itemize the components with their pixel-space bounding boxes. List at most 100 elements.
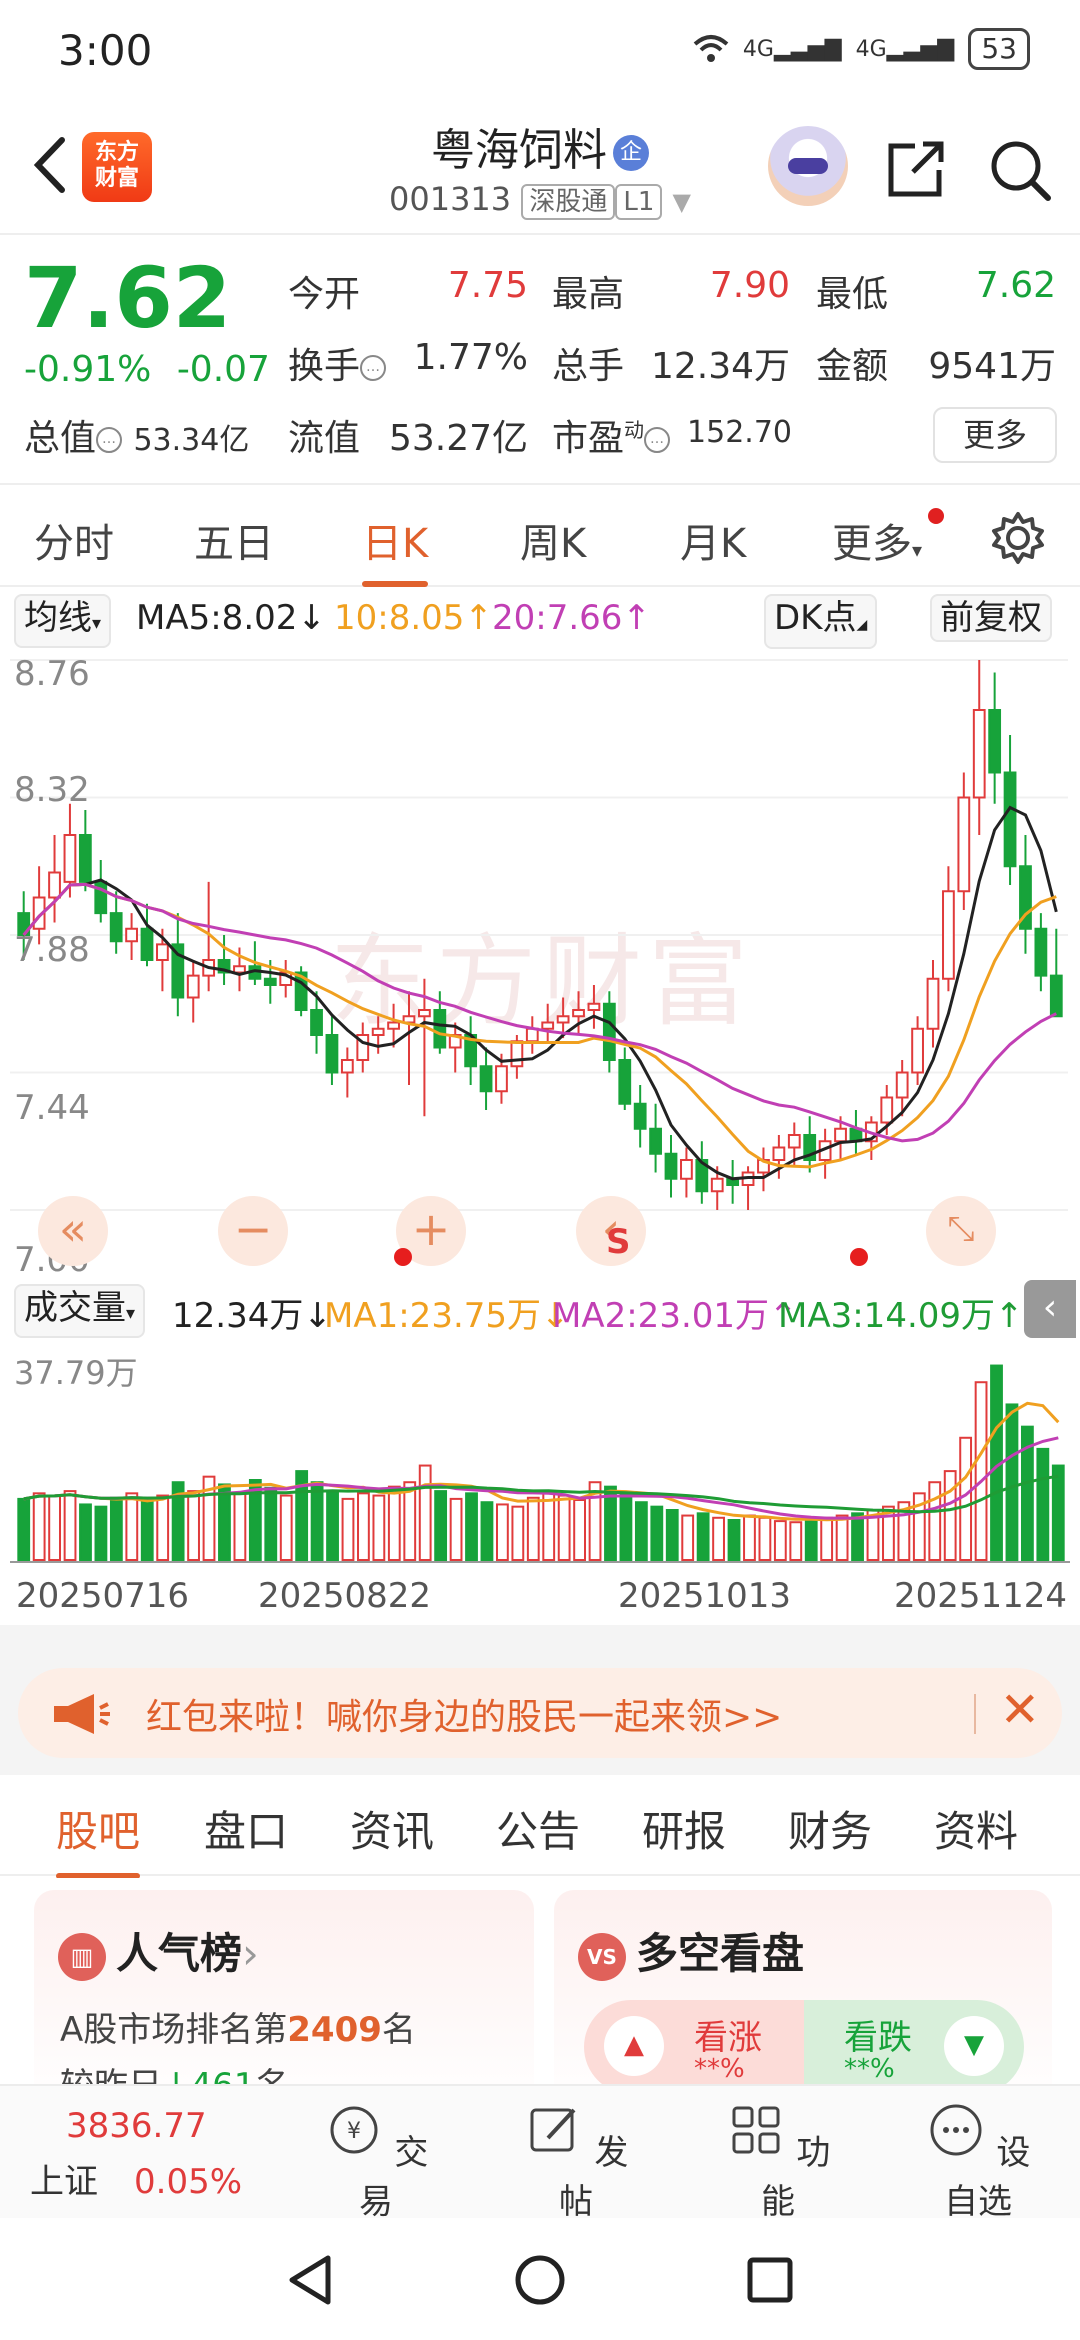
volume-bar [63,1490,77,1561]
volume-bar [743,1514,756,1561]
ai-assistant-icon[interactable] [768,126,848,206]
x-tick-label: 20251124 [894,1576,1068,1616]
sell-signal-marker: S [606,1222,631,1262]
volume-bar [480,1501,494,1562]
candle-body [63,834,77,883]
candle-body [895,1071,909,1099]
section-tabs: 股吧 盘口 资讯 公告 研报 财务 资料 [0,1776,1080,1879]
more-quote-button[interactable]: 更多 [933,407,1057,463]
volume-bar [156,1494,170,1561]
tab-weekly-k[interactable]: 周K [520,511,586,569]
candle-body [556,1015,570,1024]
nav-functions[interactable]: 功能 [718,2100,838,2223]
dk-button[interactable]: DK点◢ [764,594,878,649]
bull-button[interactable]: ▲ 看涨 **% [584,2000,804,2084]
volume-bar [650,1505,664,1562]
ma-indicator-bar: 均线▾ MA5:8.02↓ 10:8.05↑ 20:7.66↑ DK点◢ 前复权 [0,590,1080,649]
volume-bar [789,1521,803,1562]
volume-selector[interactable]: 成交量▾ [14,1284,146,1338]
ma20-value: 20:7.66↑ [492,598,651,638]
collapse-panel-button[interactable]: ‹ [1024,1280,1076,1338]
nav-add-watchlist[interactable]: 设自选 [918,2100,1038,2223]
zoom-out-button[interactable]: − [218,1196,288,1266]
tab-pankou[interactable]: 盘口 [204,1798,288,1859]
volume-bar [804,1519,818,1561]
candle-body [495,1065,508,1093]
candle-body [834,1127,847,1143]
volume-bar [94,1505,108,1562]
volume-bar [727,1519,741,1561]
dropdown-icon[interactable]: ▼ [673,188,691,216]
longshort-card[interactable]: VS 多空看盘 ▲ 看涨 **% 看跌 **% ▼ [554,1890,1052,2084]
tab-announcements[interactable]: 公告 [496,1798,580,1859]
tab-guba[interactable]: 股吧 [56,1798,141,1879]
y-tick-label: 8.32 [14,770,90,810]
tab-research[interactable]: 研报 [642,1798,726,1859]
quote-panel: 7.62 -0.91% -0.07 总值… 53.34亿 今开 7.75 最高 7.… [0,237,1080,485]
volume-bar [511,1505,525,1562]
volume-bar [665,1509,679,1561]
x-tick-label: 20250716 [16,1576,190,1616]
level-tag[interactable]: L1 [615,184,663,220]
candle-body [572,1009,585,1018]
info-icon[interactable]: … [644,427,671,453]
share-icon[interactable] [885,138,947,200]
ma5-value: MA5:8.02↓ [136,598,326,638]
candle-body [710,1177,724,1193]
scroll-left-icon[interactable]: « [38,1196,108,1266]
nav-trade[interactable]: ¥ 交易 [316,2100,436,2223]
volume-chart[interactable] [10,1340,1070,1566]
tab-news[interactable]: 资讯 [350,1798,434,1859]
bear-button[interactable]: 看跌 **% ▼ [804,2000,1024,2084]
turnover-field: 换手… 1.77% [288,337,528,387]
tab-intraday[interactable]: 分时 [34,511,114,569]
promo-banner[interactable]: 红包来啦！喊你身边的股民一起来领>> ✕ [18,1668,1062,1758]
volume-bar [943,1470,957,1561]
notification-dot [928,508,944,524]
candle-body [972,709,986,799]
adjust-button[interactable]: 前复权 [930,594,1052,642]
candle-body [140,927,154,961]
system-home-icon[interactable] [512,2252,568,2308]
candle-body [156,943,169,961]
ma-selector[interactable]: 均线▾ [14,594,112,648]
signal-icon-2: 4G▂▃▅▇ [855,36,955,62]
tab-finance[interactable]: 财务 [788,1798,872,1859]
candle-body [125,927,138,943]
volume-bar [218,1483,231,1561]
tab-more[interactable]: 更多▾ [832,511,922,569]
status-time: 3:00 [58,26,153,75]
info-icon[interactable]: … [360,355,387,381]
tab-profile[interactable]: 资料 [934,1798,1018,1859]
popularity-card[interactable]: ▥人气榜› A股市场排名第2409名 较昨日↓461名 [34,1890,534,2084]
volume-bar [758,1516,772,1561]
system-back-icon[interactable] [282,2252,338,2308]
vol-ma3: MA3:14.09万↑ [778,1296,1024,1336]
fullscreen-icon[interactable]: ⤡ [926,1196,996,1266]
info-icon[interactable]: … [96,427,123,453]
system-recents-icon[interactable] [742,2252,798,2308]
bottom-navigation: 3836.77 上证 0.05% ¥ 交易 发帖 功能 设自选 [0,2084,1080,2222]
longshort-title: VS 多空看盘 [578,1920,804,1981]
tab-monthly-k[interactable]: 月K [680,511,746,569]
tab-daily-k[interactable]: 日K [362,511,429,587]
candle-body [633,1102,647,1130]
index-widget[interactable]: 3836.77 上证 0.05% [30,2106,242,2203]
wifi-icon [693,35,729,62]
nav-post[interactable]: 发帖 [516,2100,636,2223]
candle-body [880,1096,894,1124]
candle-body [263,977,277,986]
gear-icon[interactable] [990,510,1046,566]
candle-body [680,1159,693,1180]
vs-icon: VS [578,1932,626,1981]
volume-bar [712,1516,725,1561]
volume-bar [1036,1447,1050,1561]
tab-five-day[interactable]: 五日 [194,511,274,569]
close-icon[interactable]: ✕ [1000,1682,1040,1738]
status-icons: 4G▂▃▅▇ 4G▂▃▅▇ 53 [693,28,1030,70]
candlestick-chart[interactable] [10,650,1068,1278]
volume-bar [696,1512,710,1561]
search-icon[interactable] [988,138,1052,202]
candle-body [233,965,246,974]
candle-body [988,709,1002,774]
